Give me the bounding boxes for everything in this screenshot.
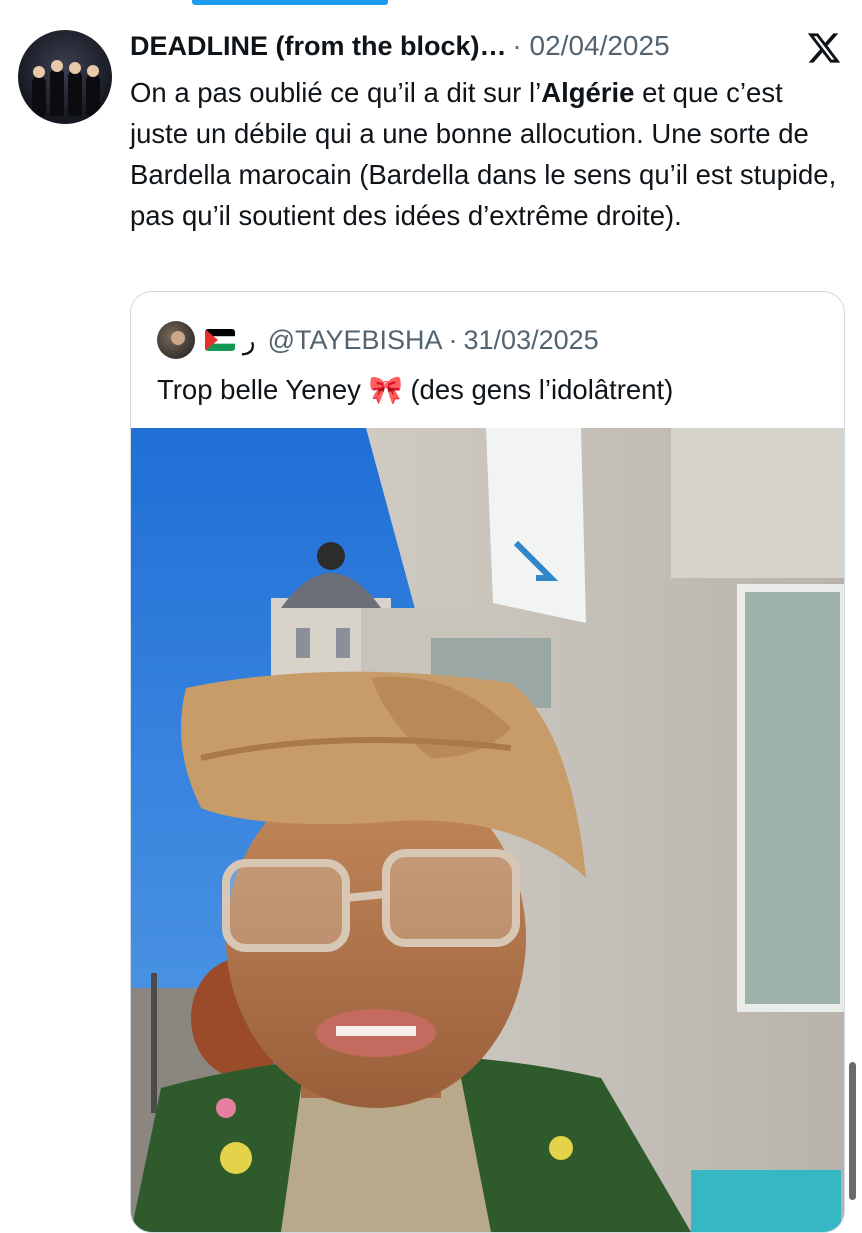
avatar-figure [68, 70, 82, 116]
quote-date[interactable]: 31/03/2025 [464, 325, 599, 356]
x-logo-icon[interactable] [806, 30, 842, 66]
quote-author-handle[interactable]: @TAYEBISHA [268, 325, 443, 356]
quote-avatar[interactable] [157, 321, 195, 359]
author-avatar[interactable] [18, 30, 112, 124]
header-separator: · [512, 30, 522, 61]
avatar-figure [50, 68, 64, 116]
avatar-head [69, 62, 81, 74]
tweet-text: On a pas oublié ce qu’il a dit sur l’Alg… [130, 72, 845, 236]
quote-header: ر @TAYEBISHA · 31/03/2025 [157, 320, 599, 360]
tweet-text-start: On a pas oublié ce qu’il a dit sur l’ [130, 77, 542, 108]
top-tab-indicator [192, 0, 388, 5]
avatar-figure [32, 76, 46, 116]
page-scrollbar[interactable] [849, 1062, 856, 1200]
quote-text: Trop belle Yeney 🎀 (des gens l’idolâtren… [157, 374, 674, 405]
quote-header-separator: · [448, 324, 458, 355]
tweet-date[interactable]: 02/04/2025 [530, 30, 670, 62]
palestine-flag-icon [205, 329, 235, 351]
avatar-head [87, 65, 99, 77]
quoted-tweet-card[interactable]: ر @TAYEBISHA · 31/03/2025 Trop belle Yen… [130, 291, 845, 1233]
avatar-head [51, 60, 63, 72]
avatar-head [33, 66, 45, 78]
quote-author-name[interactable]: ر [243, 325, 256, 356]
tweet-text-bold: Algérie [541, 77, 635, 108]
author-name[interactable]: DEADLINE (from the block)… [130, 31, 507, 62]
avatar-figure [86, 74, 100, 116]
quote-media-image[interactable] [131, 428, 844, 1232]
tweet-header: DEADLINE (from the block)… · 02/04/2025 [130, 28, 670, 64]
